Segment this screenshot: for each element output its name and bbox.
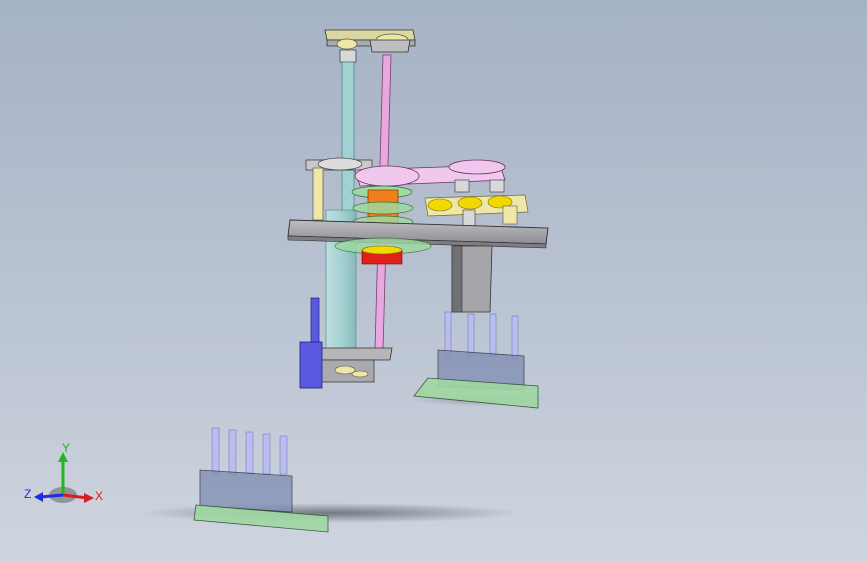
support-column[interactable]	[451, 245, 493, 313]
gear-stack[interactable]	[351, 185, 414, 229]
x-axis-label: X	[95, 489, 103, 503]
slider-carriage[interactable]	[317, 347, 393, 383]
assembly-scene[interactable]	[0, 0, 867, 562]
upper-gripper[interactable]	[413, 311, 539, 409]
lower-gripper[interactable]	[193, 427, 329, 533]
z-axis-arrow	[39, 493, 64, 499]
blue-post[interactable]	[299, 297, 323, 389]
right-gear-cluster[interactable]	[424, 194, 529, 227]
cyan-cylinder[interactable]	[325, 61, 357, 351]
z-axis-label: Z	[24, 487, 31, 501]
y-axis-label: Y	[62, 441, 70, 455]
model-viewport[interactable]: Y X Z	[0, 0, 867, 562]
axis-triad: Y X Z	[24, 441, 103, 503]
top-bracket[interactable]	[324, 29, 416, 63]
